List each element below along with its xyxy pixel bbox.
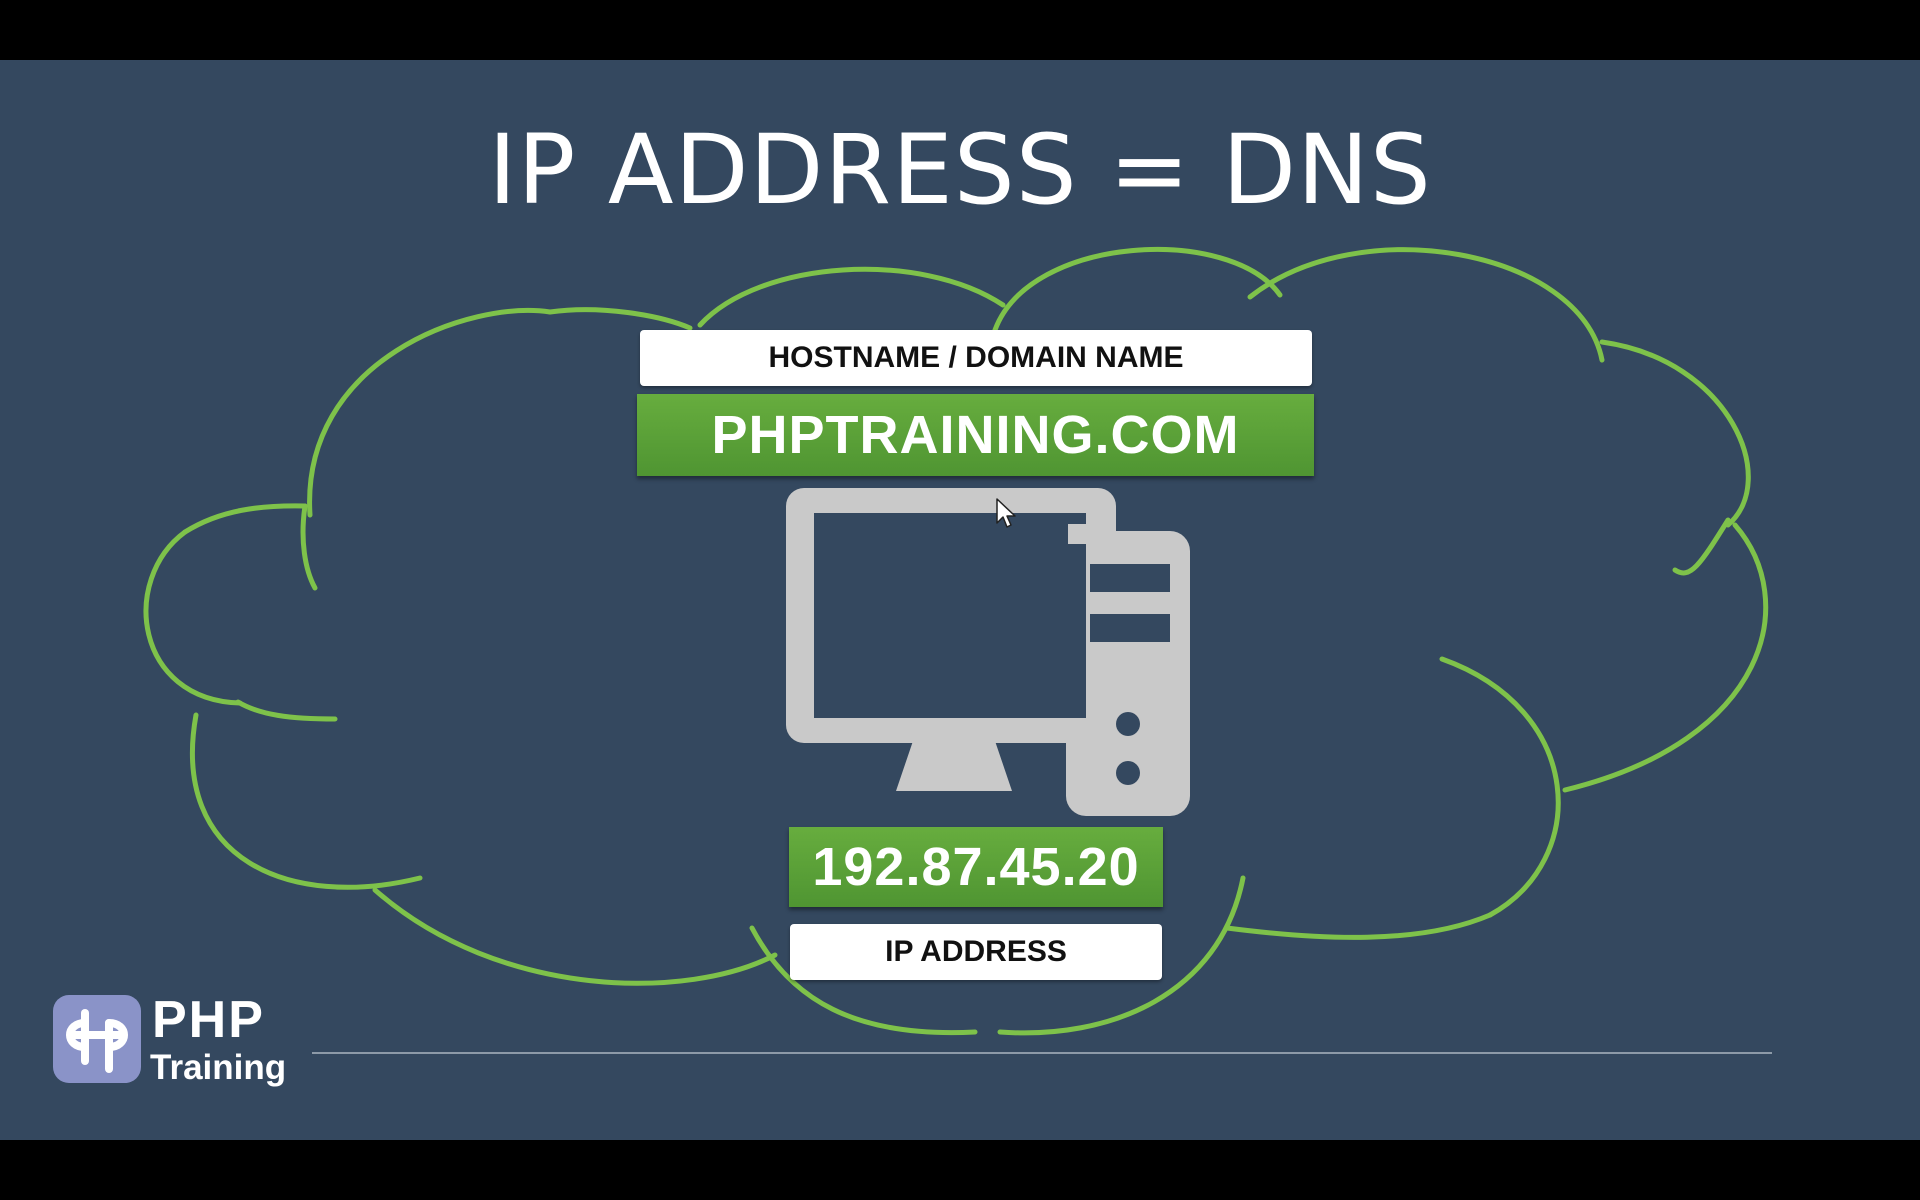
php-training-logo-icon xyxy=(53,995,141,1083)
logo-subtitle: Training xyxy=(150,1048,287,1087)
domain-name-value: PHPTRAINING.COM xyxy=(637,394,1314,476)
footer-divider xyxy=(312,1052,1772,1054)
logo-wordmark: PHP xyxy=(152,991,265,1049)
hostname-label: HOSTNAME / DOMAIN NAME xyxy=(640,330,1312,386)
slide: IP ADDRESS = DNS HOSTNAME / DOMAIN NAME … xyxy=(0,60,1920,1140)
ip-address-label: IP ADDRESS xyxy=(790,924,1162,980)
ip-address-value: 192.87.45.20 xyxy=(789,827,1163,907)
mouse-cursor-icon xyxy=(996,498,1016,528)
